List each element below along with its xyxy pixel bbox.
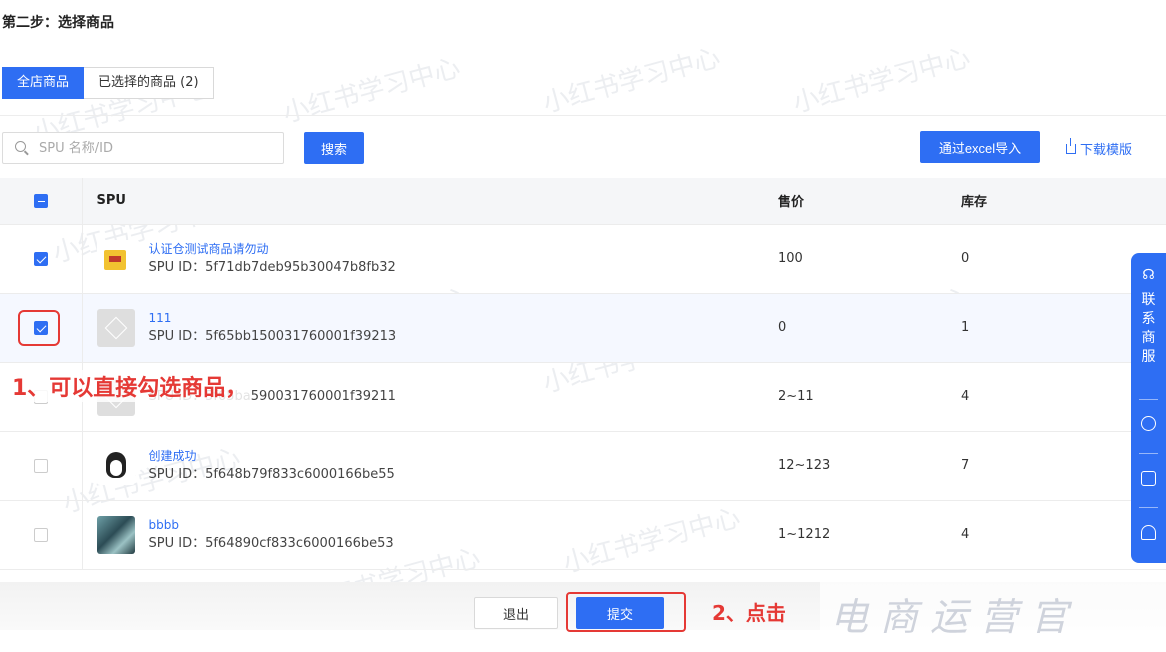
contact-service-label: 联系商服 — [1141, 292, 1156, 365]
product-name-link[interactable]: 111 — [149, 309, 397, 327]
price-cell: 12~123 — [778, 431, 961, 501]
row-checkbox[interactable] — [33, 251, 48, 266]
row-checkbox[interactable] — [33, 527, 48, 542]
tab-selected-products[interactable]: 已选择的商品 (2) — [84, 67, 214, 99]
download-template-label: 下载模版 — [1080, 143, 1133, 158]
product-text: bbbb SPU ID：5f64890cf833c6000166be53 — [149, 516, 394, 554]
page: 小红书学习中心 小红书学习中心 小红书学习中心 小红书学习中心 小红书学习中心 … — [0, 0, 1166, 652]
annotation-step1: 1、可以直接勾选商品， — [8, 370, 252, 402]
feedback-icon[interactable] — [1141, 471, 1156, 486]
chat-icon[interactable] — [1141, 416, 1156, 431]
row-check-cell — [0, 224, 83, 294]
divider — [0, 115, 1166, 116]
header-price: 售价 — [778, 178, 961, 225]
spu-cell: 111 SPU ID：5f65bb150031760001f39213 — [82, 293, 779, 363]
spu-cell: 认证仓测试商品请勿动 SPU ID：5f71db7deb95b30047b8fb… — [82, 224, 779, 294]
spu-id: SPU ID：5f71db7deb95b30047b8fb32 — [148, 259, 396, 275]
product-info: 111 SPU ID：5f65bb150031760001f39213 — [96, 308, 779, 347]
product-text: 认证仓测试商品请勿动 SPU ID：5f71db7deb95b30047b8fb… — [149, 240, 396, 278]
exit-button[interactable]: 退出 — [474, 597, 558, 629]
brand-watermark: 电商运营官 — [820, 582, 1166, 652]
product-thumbnail — [96, 308, 135, 347]
header-spu: SPU — [82, 178, 778, 225]
product-thumbnail — [96, 239, 135, 278]
spu-id: SPU ID：5f64890cf833c6000166be53 — [148, 535, 394, 551]
product-thumbnail — [96, 446, 135, 485]
price-cell: 1~1212 — [778, 500, 961, 570]
spu-cell: bbbb SPU ID：5f64890cf833c6000166be53 — [82, 500, 779, 570]
divider — [1139, 399, 1158, 400]
step-title: 第二步：选择商品 — [2, 15, 114, 31]
spu-cell: 创建成功 SPU ID：5f648b79f833c6000166be55 — [82, 431, 779, 501]
spu-id: SPU ID：5f648b79f833c6000166be55 — [148, 466, 395, 482]
watermark: 小红书学习中心 — [279, 52, 464, 129]
table-header-row: SPU 售价 库存 — [0, 178, 1166, 225]
annotation-step2: 2、点击 — [712, 601, 786, 625]
watermark: 小红书学习中心 — [789, 42, 974, 119]
table-row: 111 SPU ID：5f65bb150031760001f39213 0 1 — [0, 293, 1166, 363]
product-name-link[interactable]: 创建成功 — [149, 447, 395, 465]
price-cell: 100 — [778, 224, 961, 294]
divider — [1139, 507, 1158, 508]
download-icon — [1066, 137, 1076, 154]
tab-all-products[interactable]: 全店商品 — [2, 67, 85, 99]
product-info: 认证仓测试商品请勿动 SPU ID：5f71db7deb95b30047b8fb… — [96, 239, 779, 278]
watermark: 小红书学习中心 — [539, 42, 724, 119]
product-text: 创建成功 SPU ID：5f648b79f833c6000166be55 — [149, 447, 395, 485]
search-icon — [15, 141, 26, 152]
bell-icon[interactable] — [1141, 525, 1156, 540]
row-check-cell — [0, 500, 83, 570]
search-button[interactable]: 搜索 — [304, 132, 364, 164]
table-row: 创建成功 SPU ID：5f648b79f833c6000166be55 12~… — [0, 431, 1166, 501]
price-cell: 0 — [778, 293, 961, 363]
row-check-cell — [0, 431, 83, 501]
submit-button[interactable]: 提交 — [576, 597, 664, 629]
headset-icon: ☊ — [1142, 267, 1155, 283]
search-box — [2, 132, 284, 164]
product-text: 111 SPU ID：5f65bb150031760001f39213 — [149, 309, 397, 347]
spu-id: SPU ID：5f65bb150031760001f39213 — [148, 328, 397, 344]
row-checkbox[interactable] — [33, 458, 48, 473]
checkbox-highlight-box — [18, 310, 60, 346]
price-cell: 2~11 — [778, 362, 961, 432]
product-thumbnail — [96, 515, 135, 554]
tab-bar: 全店商品 已选择的商品 (2) — [2, 67, 214, 99]
header-stock: 库存 — [961, 178, 1166, 225]
download-template-link[interactable]: 下载模版 — [1066, 137, 1133, 158]
product-name-link[interactable]: 认证仓测试商品请勿动 — [149, 240, 396, 258]
product-info: bbbb SPU ID：5f64890cf833c6000166be53 — [96, 515, 779, 554]
contact-side-panel[interactable]: ☊ 联系商服 — [1131, 253, 1166, 563]
product-name-link[interactable]: bbbb — [149, 516, 394, 534]
divider — [1139, 453, 1158, 454]
select-all-checkbox[interactable] — [33, 193, 48, 208]
search-input[interactable] — [39, 134, 269, 162]
product-info: 创建成功 SPU ID：5f648b79f833c6000166be55 — [96, 446, 779, 485]
header-select-all-cell — [0, 178, 83, 225]
table-row: bbbb SPU ID：5f64890cf833c6000166be53 1~1… — [0, 500, 1166, 570]
excel-import-button[interactable]: 通过excel导入 — [920, 131, 1040, 163]
table-row: 认证仓测试商品请勿动 SPU ID：5f71db7deb95b30047b8fb… — [0, 224, 1166, 294]
